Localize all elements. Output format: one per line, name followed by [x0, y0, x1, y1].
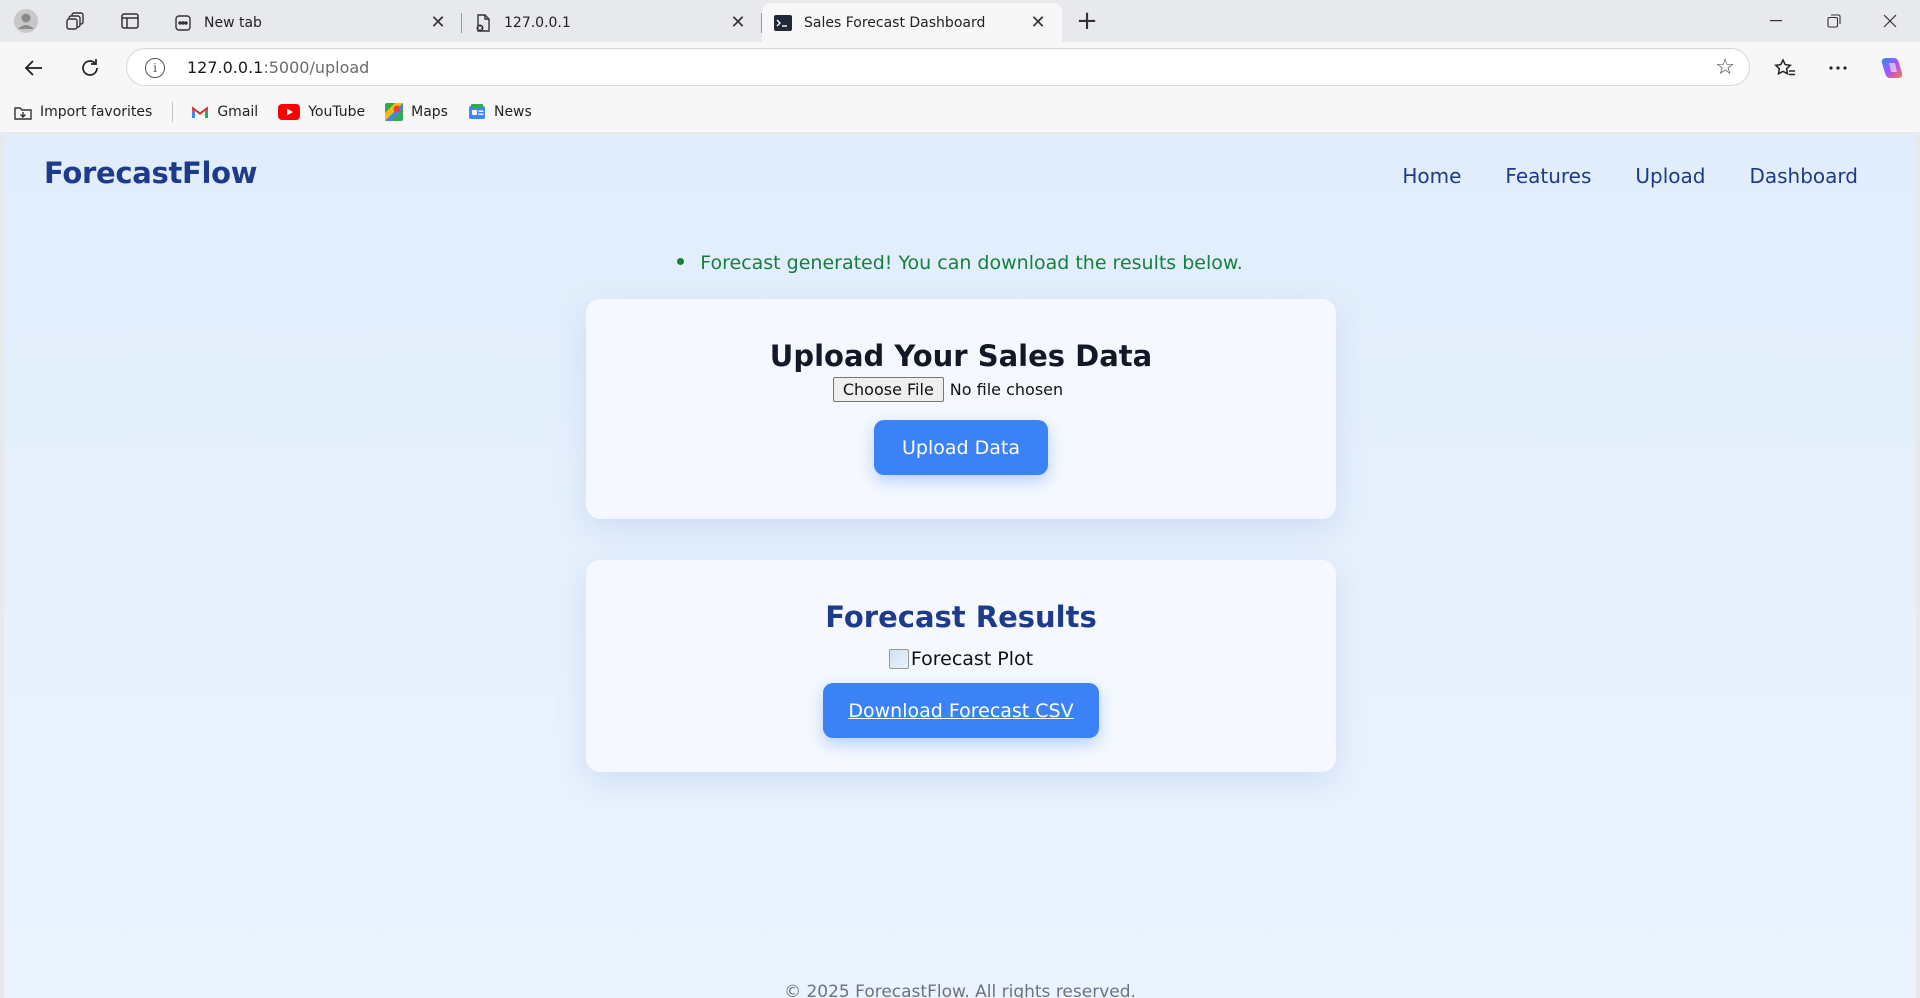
browser-toolbar: i 127.0.0.1:5000/upload ☆ — [0, 42, 1920, 92]
tab-title: 127.0.0.1 — [504, 14, 571, 31]
nav-upload[interactable]: Upload — [1635, 164, 1705, 188]
bookmark-gmail[interactable]: Gmail — [191, 103, 258, 121]
site-footer: © 2025 ForecastFlow. All rights reserved… — [784, 982, 1136, 998]
file-icon — [474, 13, 492, 32]
import-icon — [14, 103, 32, 121]
tab-new-tab[interactable]: New tab ✕ — [162, 3, 462, 42]
site-logo[interactable]: ForecastFlow — [44, 156, 258, 190]
bookmark-maps[interactable]: Maps — [385, 103, 448, 121]
profile-icon[interactable] — [10, 6, 42, 36]
terminal-icon — [774, 14, 792, 32]
bullet-icon — [677, 258, 685, 265]
close-window-icon[interactable] — [1862, 0, 1918, 42]
results-card: Forecast Results Forecast Plot Download … — [586, 560, 1336, 772]
plot-alt-text: Forecast Plot — [910, 648, 1034, 670]
back-icon[interactable] — [16, 50, 52, 86]
newtab-icon — [174, 14, 192, 32]
bookmark-news[interactable]: News — [468, 103, 532, 121]
tab-localhost[interactable]: 127.0.0.1 ✕ — [462, 3, 762, 42]
nav-home[interactable]: Home — [1402, 164, 1461, 188]
file-input[interactable]: Choose File No file chosen — [586, 377, 1336, 402]
upload-data-button[interactable]: Upload Data — [874, 420, 1048, 475]
new-tab-button[interactable]: + — [1072, 6, 1102, 36]
workspaces-icon[interactable] — [60, 6, 92, 36]
close-tab-icon[interactable]: ✕ — [426, 11, 450, 35]
tab-actions-icon[interactable] — [114, 6, 146, 36]
tab-strip: New tab ✕ 127.0.0.1 ✕ Sales Forecast Das… — [0, 0, 1920, 42]
forecast-plot-image: Forecast Plot — [586, 648, 1336, 670]
tab-title: New tab — [204, 14, 262, 31]
nav-dashboard[interactable]: Dashboard — [1749, 164, 1858, 188]
bookmark-youtube[interactable]: YouTube — [278, 103, 365, 121]
bookmark-label: News — [493, 104, 532, 120]
tab-title: Sales Forecast Dashboard — [804, 14, 986, 31]
maps-icon — [385, 103, 404, 121]
web-page: ForecastFlow Home Features Upload Dashbo… — [4, 134, 1916, 998]
bookmark-label: Maps — [411, 104, 448, 120]
flash-text: Forecast generated! You can download the… — [700, 252, 1243, 274]
url-path: :5000/upload — [263, 58, 370, 77]
results-title: Forecast Results — [825, 600, 1097, 634]
close-tab-icon[interactable]: ✕ — [1026, 11, 1050, 35]
close-tab-icon[interactable]: ✕ — [726, 11, 750, 35]
news-icon — [468, 103, 486, 121]
favorites-icon[interactable] — [1767, 50, 1803, 86]
flash-message: Forecast generated! You can download the… — [4, 252, 1916, 274]
bookmarks-bar: Import favorites Gmail YouTube Maps News — [0, 92, 1920, 132]
more-options-icon[interactable] — [1820, 50, 1856, 86]
url-host: 127.0.0.1 — [187, 58, 264, 77]
url-text[interactable]: 127.0.0.1:5000/upload — [187, 58, 369, 77]
upload-title: Upload Your Sales Data — [769, 339, 1153, 373]
upload-card: Upload Your Sales Data Choose File No fi… — [586, 299, 1336, 519]
site-info-icon[interactable]: i — [145, 58, 165, 78]
restore-icon[interactable] — [1806, 0, 1862, 42]
bookmark-separator — [172, 102, 174, 122]
tab-sales-forecast[interactable]: Sales Forecast Dashboard ✕ — [762, 3, 1062, 42]
youtube-icon — [278, 103, 301, 121]
address-bar[interactable]: i 127.0.0.1:5000/upload ☆ — [126, 48, 1750, 86]
site-nav: Home Features Upload Dashboard — [1402, 164, 1858, 188]
copilot-icon[interactable] — [1874, 50, 1910, 86]
gmail-icon — [191, 103, 209, 121]
bookmark-label: Gmail — [217, 104, 259, 120]
choose-file-button[interactable]: Choose File — [832, 377, 944, 402]
file-status: No file chosen — [949, 380, 1064, 399]
site-header: ForecastFlow Home Features Upload Dashbo… — [4, 134, 1916, 214]
download-csv-button[interactable]: Download Forecast CSV — [823, 683, 1099, 738]
minimize-icon[interactable] — [1748, 0, 1804, 42]
favorite-star-icon[interactable]: ☆ — [1715, 55, 1735, 80]
nav-features[interactable]: Features — [1505, 164, 1591, 188]
bookmark-import-favorites[interactable]: Import favorites — [14, 103, 152, 121]
bookmark-label: Import favorites — [40, 104, 153, 120]
reload-icon[interactable] — [72, 50, 108, 86]
bookmark-label: YouTube — [308, 104, 366, 120]
broken-image-icon — [888, 649, 909, 669]
